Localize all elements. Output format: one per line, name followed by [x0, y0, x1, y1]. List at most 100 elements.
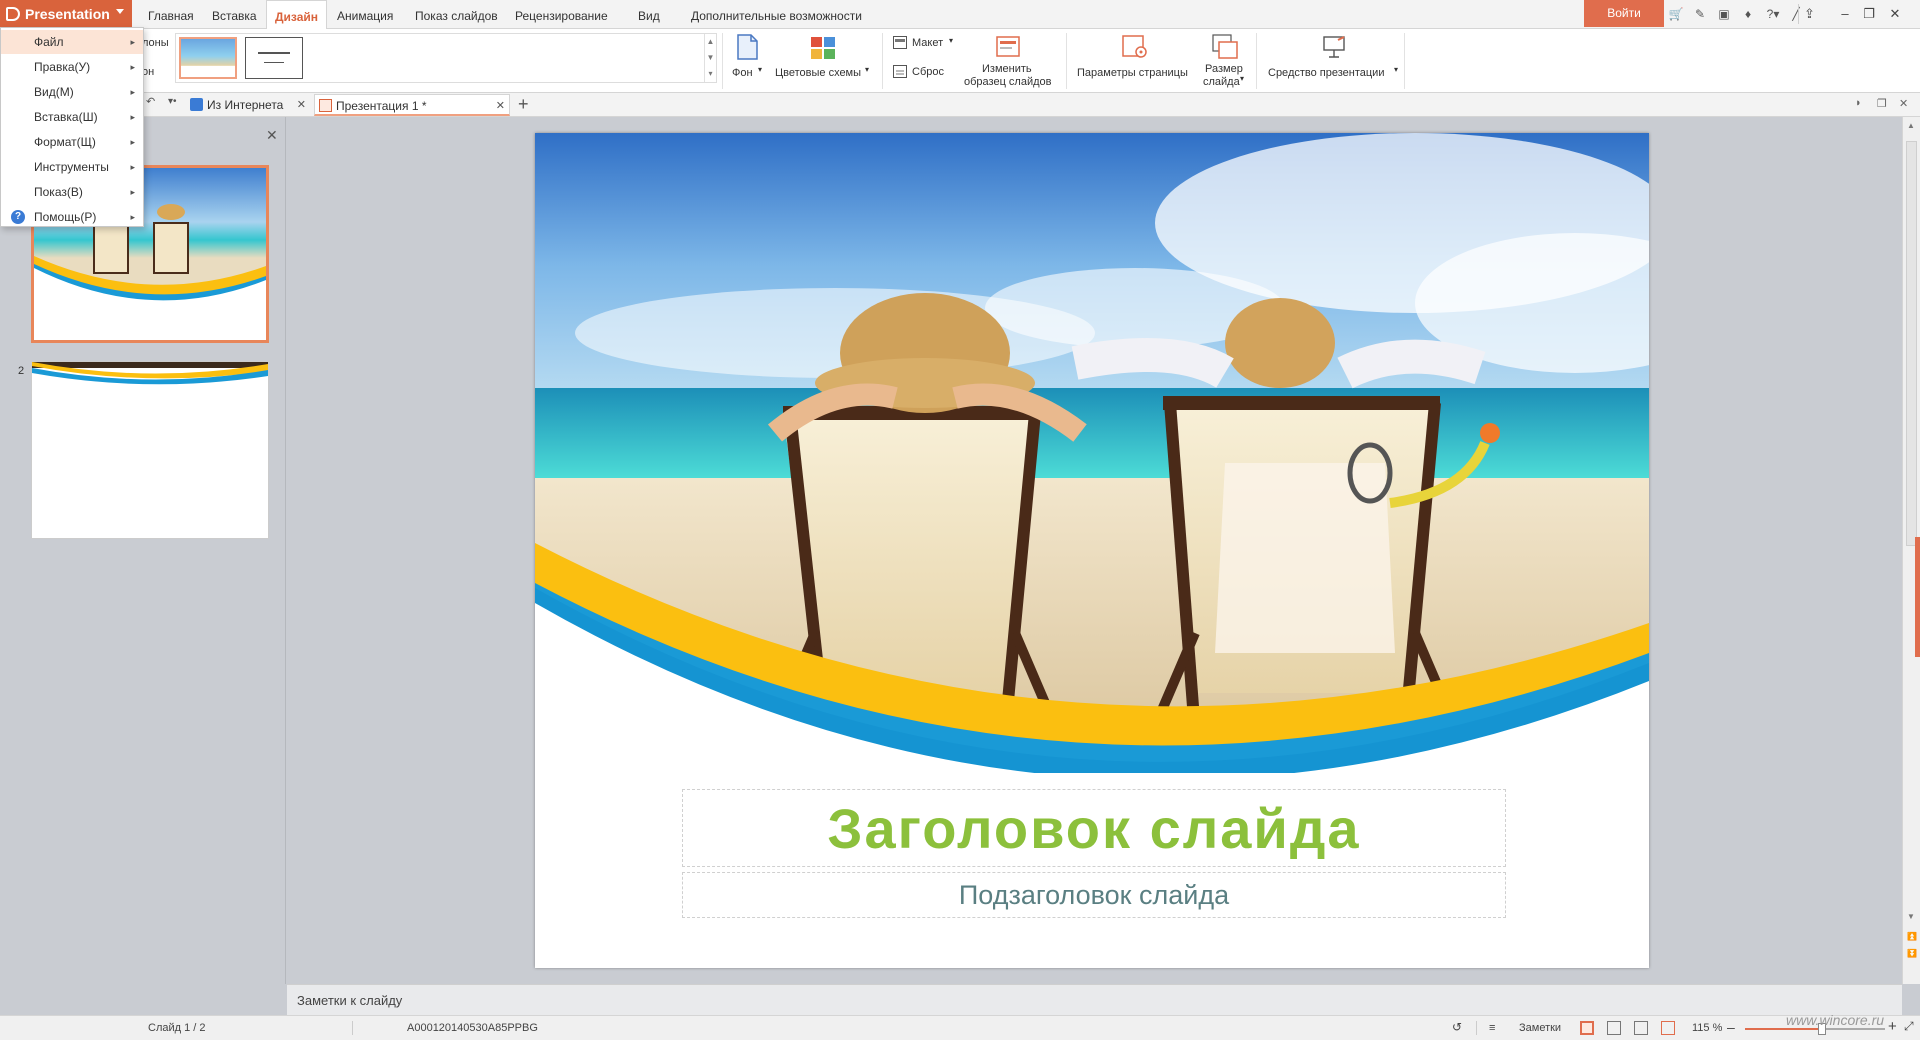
tab-extra-features[interactable]: Дополнительные возможности — [691, 0, 862, 29]
zoom-out-icon[interactable]: – — [1727, 1019, 1735, 1035]
close-tab-icon[interactable]: ✕ — [496, 95, 505, 117]
title-placeholder[interactable]: Заголовок слайда — [682, 789, 1506, 867]
cart-icon[interactable]: 🛒 — [1668, 6, 1684, 22]
presentation-file-icon — [319, 99, 332, 112]
menu-item-label: Инструменты — [34, 160, 109, 174]
tab-insert[interactable]: Вставка — [212, 0, 257, 29]
document-code: A000120140530A85PPBG — [407, 1022, 538, 1034]
backup-icon[interactable]: ↺ — [1452, 1020, 1462, 1034]
page-setup-button[interactable] — [1122, 35, 1148, 62]
slide-thumbnails-panel: ✕ 1 2 — [0, 117, 286, 984]
new-tab-plus-icon[interactable]: + — [518, 93, 529, 115]
background-button[interactable] — [735, 34, 759, 63]
page-setup-label[interactable]: Параметры страницы — [1077, 67, 1188, 79]
close-tab-icon[interactable]: ✕ — [297, 94, 306, 116]
menu-item-format[interactable]: Формат(Щ) ▸ — [1, 130, 143, 154]
slide-size-label-1[interactable]: Размер — [1205, 63, 1243, 75]
brush-icon[interactable]: ✎ — [1692, 6, 1708, 22]
app-menu-button[interactable]: Presentation — [0, 0, 132, 27]
previous-slide-icon[interactable]: ⏫ — [1907, 932, 1917, 941]
menu-item-file[interactable]: Файл ▸ — [1, 30, 143, 54]
slide-subtitle[interactable]: Подзаголовок слайда — [959, 880, 1229, 910]
color-schemes-button[interactable] — [810, 36, 836, 63]
presentation-tool-label[interactable]: Средство презентации — [1268, 67, 1384, 79]
slide[interactable]: Заголовок слайда Подзаголовок слайда — [535, 133, 1649, 968]
side-panel-tab[interactable] — [1915, 537, 1920, 657]
zoom-slider[interactable] — [1745, 1023, 1885, 1035]
slide-size-label-2[interactable]: слайда — [1203, 76, 1240, 88]
box-icon[interactable]: ▣ — [1716, 6, 1732, 22]
gallery-more-icon[interactable]: ▾ — [705, 66, 716, 82]
slide-sorter-view-icon[interactable] — [1607, 1021, 1621, 1035]
template-thumbnail-beach[interactable] — [179, 37, 237, 79]
slide-master-button[interactable] — [996, 36, 1020, 61]
zoom-level[interactable]: 115 % — [1692, 1022, 1722, 1034]
tab-design[interactable]: Дизайн — [266, 0, 328, 30]
menu-item-label: Помощь(Р) — [34, 210, 97, 224]
tab-animation[interactable]: Анимация — [337, 0, 393, 29]
menu-item-label: Показ(В) — [34, 185, 83, 199]
chevron-right-icon: ▸ — [130, 187, 135, 197]
slide-size-button[interactable] — [1212, 34, 1238, 63]
shirt-icon[interactable]: ♦ — [1740, 6, 1756, 22]
slide-thumbnail-2[interactable] — [31, 361, 269, 539]
menu-item-view[interactable]: Вид(М) ▸ — [1, 80, 143, 104]
edit-master-label-1[interactable]: Изменить — [982, 63, 1032, 75]
slide-title[interactable]: Заголовок слайда — [827, 797, 1360, 860]
doc-list-icon[interactable]: ◗ — [1855, 97, 1862, 109]
menu-item-slideshow[interactable]: Показ(В) ▸ — [1, 180, 143, 204]
scroll-up-icon[interactable]: ▲ — [1907, 121, 1915, 130]
menu-item-tools[interactable]: Инструменты ▸ — [1, 155, 143, 179]
minimize-icon[interactable]: – — [1834, 4, 1856, 24]
close-icon[interactable]: ✕ — [1884, 4, 1906, 24]
subtitle-placeholder[interactable]: Подзаголовок слайда — [682, 872, 1506, 918]
menu-item-insert[interactable]: Вставка(Ш) ▸ — [1, 105, 143, 129]
help-icon[interactable]: ?▾ — [1762, 6, 1784, 22]
document-tab-bar: ↶ ▾• Из Интернета ✕ Презентация 1 * ✕ + … — [0, 93, 1920, 117]
scroll-down-icon[interactable]: ▼ — [1907, 912, 1915, 921]
menu-item-label: Вид(М) — [34, 85, 74, 99]
tab-slideshow[interactable]: Показ слайдов — [415, 0, 498, 29]
menu-item-help[interactable]: ? Помощь(Р) ▸ — [1, 205, 143, 229]
chevron-down-icon: ▾ — [949, 36, 954, 45]
menu-item-edit[interactable]: Правка(У) ▸ — [1, 55, 143, 79]
tab-online-templates[interactable]: Из Интернета ✕ — [186, 94, 310, 116]
normal-view-icon[interactable] — [1580, 1021, 1594, 1035]
restore-doc-icon[interactable]: ❐ — [1877, 97, 1887, 110]
chevron-down-icon: ▾ — [865, 65, 870, 74]
close-doc-icon[interactable]: ✕ — [1899, 97, 1908, 110]
notes-pane[interactable]: Заметки к слайду — [287, 984, 1902, 1015]
tab-presentation-1[interactable]: Презентация 1 * ✕ — [314, 94, 510, 116]
background-label[interactable]: Фон — [732, 67, 753, 79]
notes-toggle-label[interactable]: Заметки — [1519, 1022, 1561, 1034]
gallery-up-icon[interactable]: ▲ — [705, 34, 716, 50]
gallery-down-icon[interactable]: ▼ — [705, 50, 716, 66]
tab-view[interactable]: Вид — [638, 0, 660, 29]
chevron-right-icon: ▸ — [130, 112, 135, 122]
notes-placeholder[interactable]: Заметки к слайду — [297, 993, 402, 1008]
collapse-ribbon-icon[interactable]: ⇪ — [1798, 4, 1820, 24]
login-button[interactable]: Войти — [1584, 0, 1664, 27]
notes-toggle-icon[interactable]: ≡ — [1489, 1022, 1495, 1034]
dropdown-icon[interactable]: ▾• — [168, 96, 177, 107]
close-panel-icon[interactable]: ✕ — [266, 127, 278, 144]
tab-presentation-1-label: Презентация 1 * — [336, 99, 427, 113]
slideshow-view-icon[interactable] — [1661, 1021, 1675, 1035]
layout-button[interactable]: Макет — [912, 37, 943, 49]
color-schemes-label[interactable]: Цветовые схемы — [775, 67, 861, 79]
gallery-scroll[interactable]: ▲ ▼ ▾ — [704, 34, 716, 82]
scrollbar-thumb[interactable] — [1906, 141, 1917, 546]
zoom-in-icon[interactable]: + — [1888, 1018, 1897, 1035]
presentation-tool-button[interactable] — [1322, 35, 1348, 62]
reset-button[interactable]: Сброс — [912, 66, 944, 78]
tab-home[interactable]: Главная — [148, 0, 194, 29]
tab-review[interactable]: Рецензирование — [515, 0, 608, 29]
next-slide-icon[interactable]: ⏬ — [1907, 949, 1917, 958]
restore-icon[interactable]: ❐ — [1858, 4, 1880, 24]
reading-view-icon[interactable] — [1634, 1021, 1648, 1035]
fit-window-icon[interactable]: ⤢ — [1904, 1019, 1914, 1034]
arrow-icon[interactable]: ↶ — [146, 95, 155, 108]
vertical-scrollbar[interactable]: ▲ ▼ ⏫ ⏬ — [1902, 117, 1920, 984]
template-thumbnail-blank[interactable] — [245, 37, 303, 79]
edit-master-label-2[interactable]: образец слайдов — [964, 76, 1051, 88]
